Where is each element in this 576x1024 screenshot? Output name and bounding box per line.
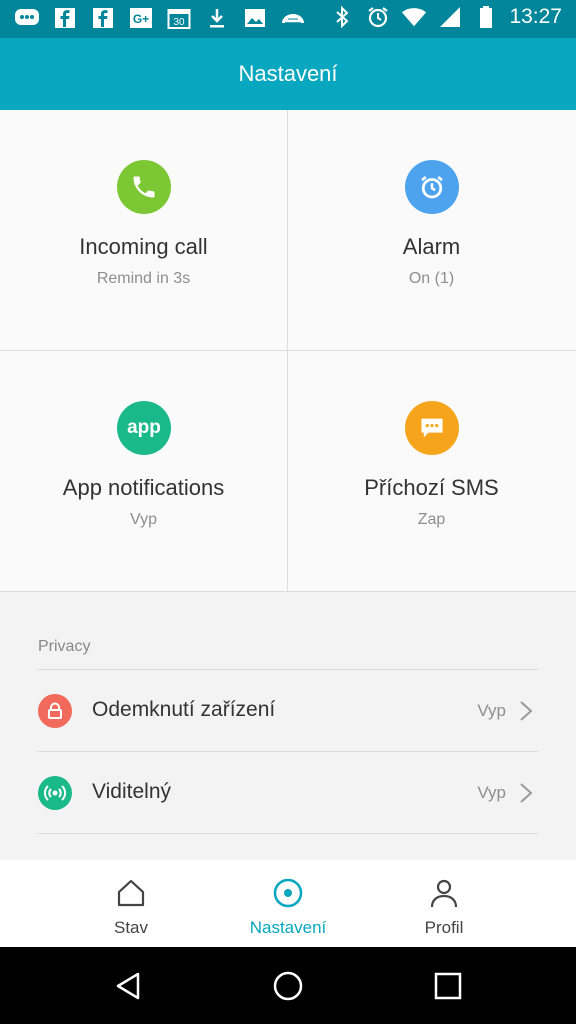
tab-label: Nastavení <box>249 918 327 937</box>
sms-icon <box>404 401 459 455</box>
person-icon <box>430 879 458 908</box>
wifi-icon <box>401 5 427 29</box>
battery-icon <box>473 5 499 29</box>
facebook-icon <box>52 6 78 30</box>
item-label: Viditelný <box>92 780 171 803</box>
privacy-item-visible[interactable]: Viditelný Vyp <box>0 752 576 832</box>
divider <box>37 833 538 834</box>
tile-title: Alarm <box>402 234 461 259</box>
app-bar: Nastavení <box>0 38 576 110</box>
grid-divider-horizontal <box>0 350 576 351</box>
home-icon <box>117 879 145 907</box>
tile-title: Příchozí SMS <box>364 475 499 500</box>
svg-text:G+: G+ <box>133 12 149 26</box>
item-value: Vyp <box>477 701 506 720</box>
tab-label: Stav <box>113 918 149 937</box>
page-title: Nastavení <box>238 61 338 86</box>
tile-incoming-call[interactable]: Incoming call Remind in 3s <box>0 110 287 350</box>
lock-icon <box>38 694 72 728</box>
messages-icon <box>14 6 40 30</box>
download-icon <box>204 6 230 30</box>
privacy-item-unlock-device[interactable]: Odemknutí zařízení Vyp <box>0 670 576 750</box>
item-label: Odemknutí zařízení <box>92 698 276 721</box>
tile-app-notifications[interactable]: app App notifications Vyp <box>0 351 287 591</box>
notification-icons: G+ 30 <box>14 6 306 30</box>
facebook-icon <box>90 6 116 30</box>
phone-icon <box>116 160 171 214</box>
tile-alarm[interactable]: Alarm On (1) <box>288 110 575 350</box>
tile-subtitle: Vyp <box>130 511 157 528</box>
system-icons: 13:27 <box>329 5 562 29</box>
google-plus-icon: G+ <box>128 6 154 30</box>
signal-icon <box>437 5 463 29</box>
bottom-navigation: Stav Nastavení Profil <box>0 860 576 947</box>
app-icon-text: app <box>127 417 161 438</box>
chevron-right-icon <box>520 783 533 803</box>
app-icon: app <box>116 401 171 455</box>
back-icon[interactable] <box>111 969 145 1003</box>
bluetooth-icon <box>329 5 355 29</box>
chevron-right-icon <box>520 701 533 721</box>
status-bar: G+ 30 13:27 <box>0 0 576 38</box>
settings-grid: Incoming call Remind in 3s Alarm On (1) … <box>0 110 576 592</box>
broadcast-icon <box>38 776 72 810</box>
tile-subtitle: Zap <box>417 511 446 528</box>
alarm-icon <box>365 5 391 29</box>
calendar-icon: 30 <box>166 6 192 30</box>
item-value: Vyp <box>477 783 506 802</box>
tab-profil[interactable]: Profil <box>364 860 524 947</box>
section-label: Privacy <box>38 638 91 655</box>
settings-dot-icon <box>273 878 303 908</box>
tile-subtitle: Remind in 3s <box>96 270 191 287</box>
home-button-icon[interactable] <box>271 969 305 1003</box>
tab-label: Profil <box>424 918 464 937</box>
tile-title: App notifications <box>62 475 225 500</box>
tab-stav[interactable]: Stav <box>51 860 211 947</box>
tab-nastaveni[interactable]: Nastavení <box>208 860 368 947</box>
cloud-icon <box>280 6 306 30</box>
gallery-icon <box>242 6 268 30</box>
privacy-section: Privacy Odemknutí zařízení Vyp Viditelný… <box>0 592 576 860</box>
alarm-clock-icon <box>404 160 459 214</box>
tile-title: Incoming call <box>79 234 208 259</box>
tile-subtitle: On (1) <box>408 270 455 287</box>
tile-incoming-sms[interactable]: Příchozí SMS Zap <box>288 351 575 591</box>
calendar-day: 30 <box>173 17 185 28</box>
recents-icon[interactable] <box>431 969 465 1003</box>
grid-divider-vertical <box>287 110 288 592</box>
system-navigation-bar <box>0 947 576 1024</box>
clock-time: 13:27 <box>509 5 562 28</box>
